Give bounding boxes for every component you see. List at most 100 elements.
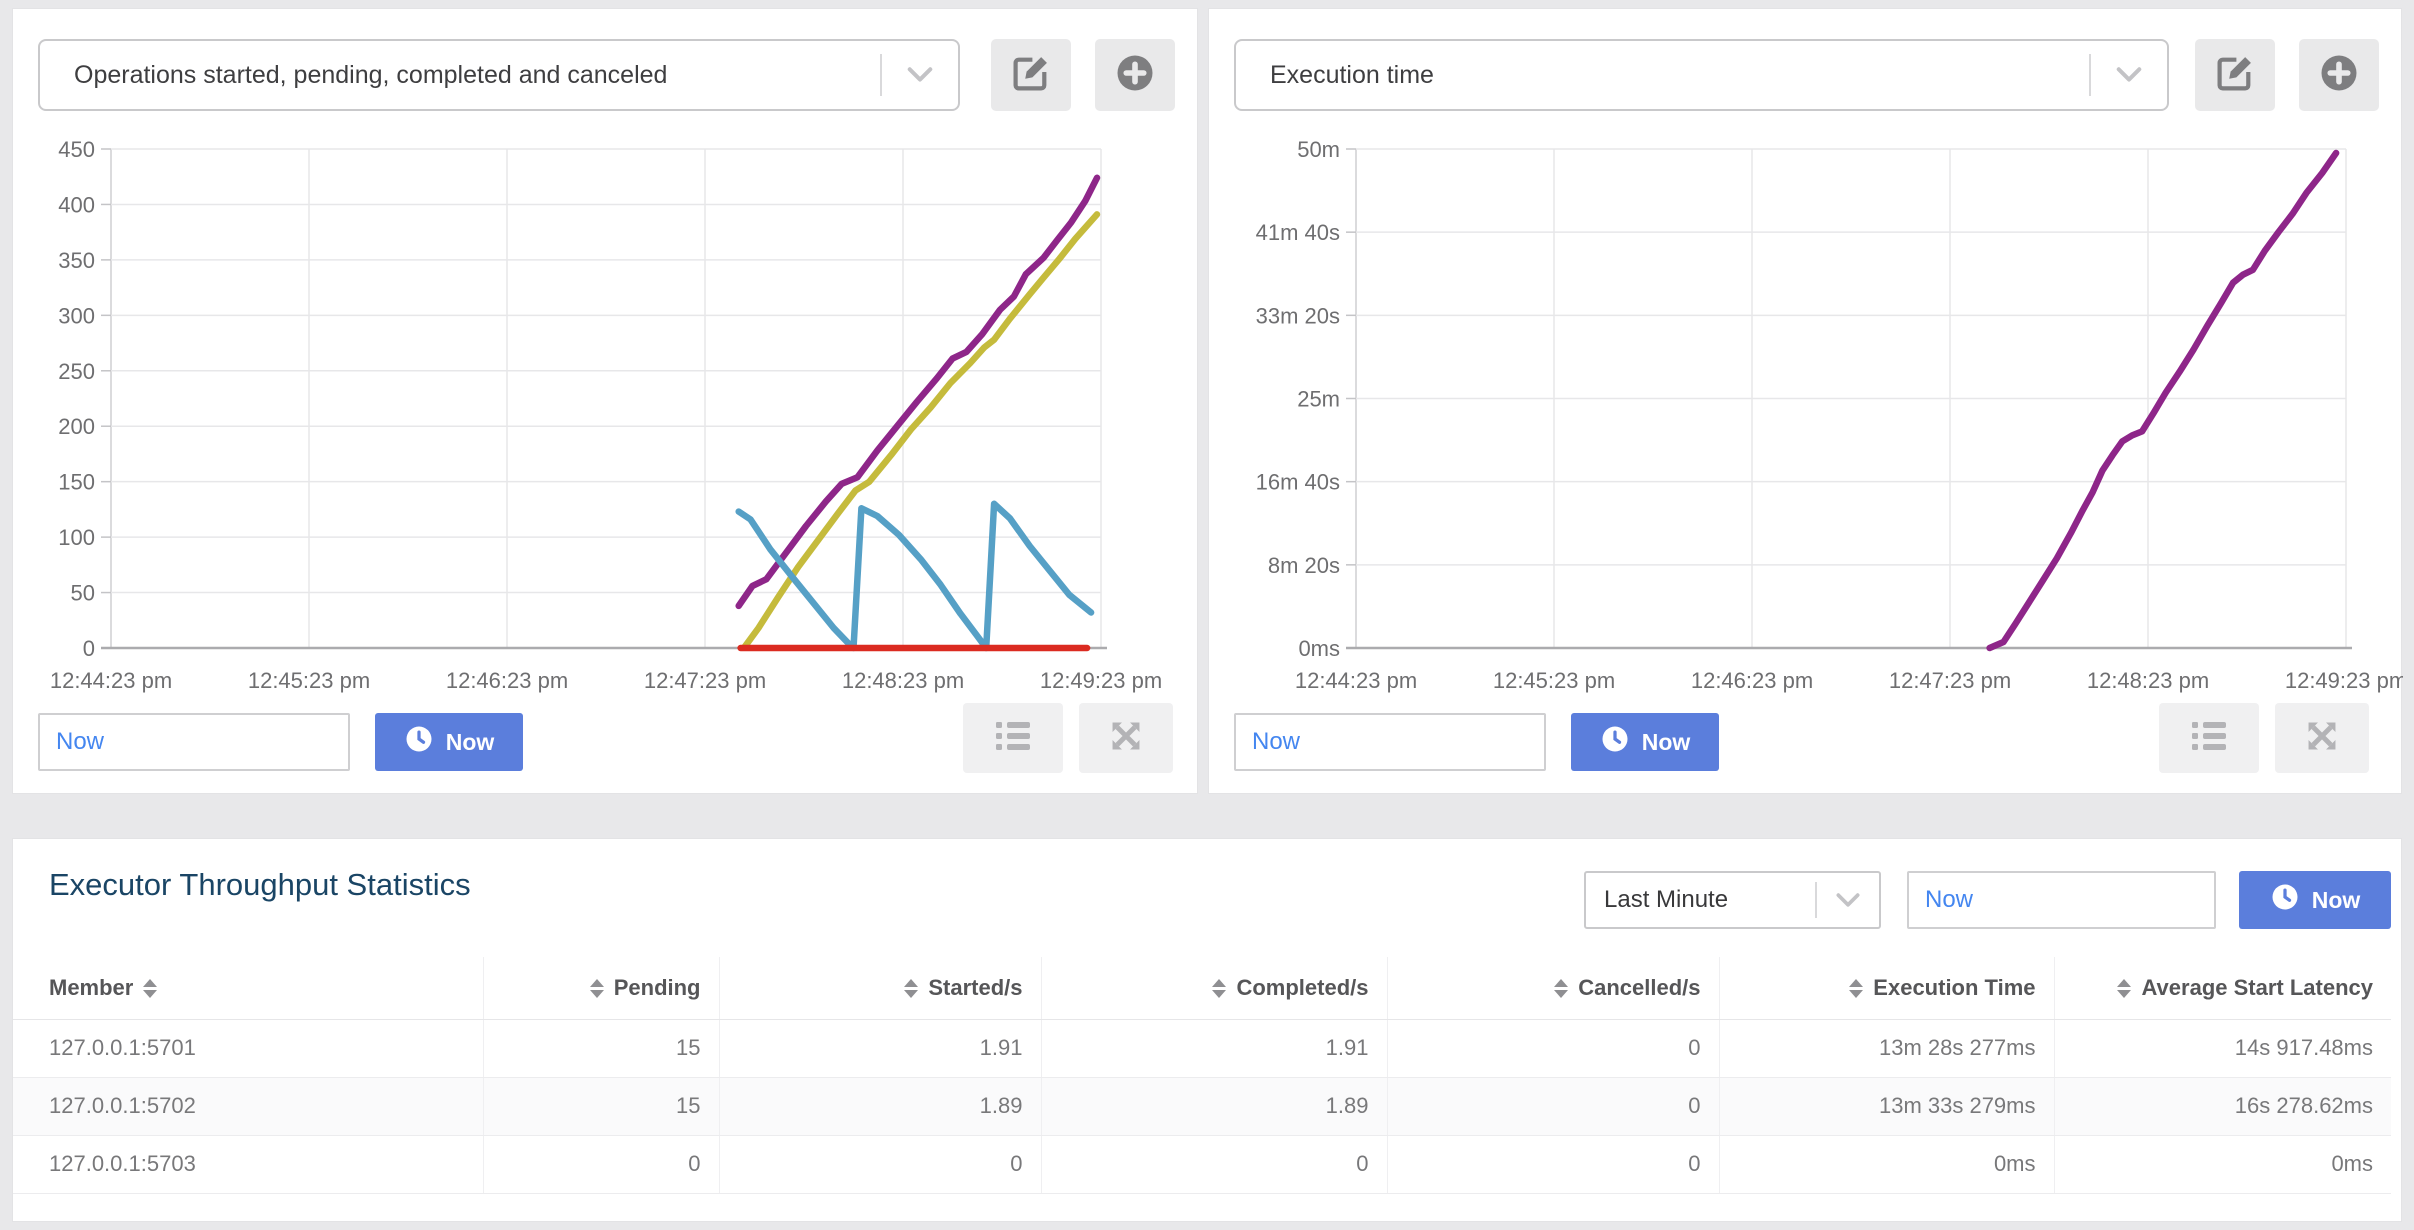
execution-time-chart-panel: Execution time 12:44:23 pm 12:45:23 pm 12:…	[1208, 8, 2402, 794]
expand-arrows-icon	[1105, 715, 1147, 762]
value-cell: 0ms	[1719, 1135, 2054, 1193]
chevron-down-icon	[2091, 67, 2167, 83]
series-list-button[interactable]	[2159, 703, 2259, 773]
column-header-execution-time[interactable]: Execution Time	[1719, 957, 2054, 1019]
y-axis-tick-label: 16m 40s	[1256, 470, 1340, 495]
value-cell: 1.89	[1041, 1077, 1387, 1135]
add-chart-button[interactable]	[1095, 39, 1175, 111]
edit-chart-button[interactable]	[991, 39, 1071, 111]
value-cell: 0	[1387, 1077, 1719, 1135]
line-chart-svg: 12:44:23 pm12:45:23 pm12:46:23 pm12:47:2…	[1209, 129, 2403, 704]
time-travel-input[interactable]	[1907, 871, 2216, 929]
sort-arrows-icon	[904, 979, 918, 998]
y-axis-tick-label: 8m 20s	[1268, 553, 1340, 578]
value-cell: 1.91	[719, 1019, 1041, 1077]
y-axis-tick-label: 300	[58, 303, 95, 328]
execution-time-line-chart[interactable]: 12:44:23 pm12:45:23 pm12:46:23 pm12:47:2…	[1209, 129, 2403, 709]
executor-throughput-table: Member Pending Started/s Completed/s Cancell…	[13, 957, 2391, 1194]
table-header-row: Member Pending Started/s Completed/s Cancell…	[13, 957, 2391, 1019]
x-axis-tick-label: 12:45:23 pm	[1493, 668, 1615, 693]
add-chart-button[interactable]	[2299, 39, 2379, 111]
chevron-down-icon	[882, 67, 958, 83]
value-cell: 0	[483, 1135, 719, 1193]
y-axis-tick-label: 250	[58, 359, 95, 384]
column-header-label: Pending	[614, 975, 701, 1000]
series-line-execution-time	[1990, 153, 2337, 648]
expand-chart-button[interactable]	[1079, 703, 1173, 773]
column-header-completed-s[interactable]: Completed/s	[1041, 957, 1387, 1019]
y-axis-tick-label: 200	[58, 414, 95, 439]
now-button-label: Now	[1642, 729, 1691, 756]
column-header-label: Member	[49, 975, 133, 1000]
time-range-value: Last Minute	[1586, 886, 1815, 914]
value-cell: 0ms	[2054, 1135, 2391, 1193]
value-cell: 0	[1387, 1135, 1719, 1193]
line-chart-svg: 12:44:23 pm 12:45:23 pm 12:46:23 pm 12:47:2…	[13, 129, 1199, 704]
list-icon	[989, 712, 1037, 765]
time-range-select[interactable]: Last Minute	[1584, 871, 1881, 929]
x-axis-tick-label: 12:46:23 pm	[446, 668, 568, 693]
series-line-started	[739, 178, 1097, 606]
plus-circle-icon	[1114, 52, 1156, 99]
column-header-label: Execution Time	[1873, 975, 2035, 1000]
metric-select-value: Execution time	[1236, 61, 2089, 90]
member-cell: 127.0.0.1:5701	[13, 1019, 483, 1077]
executor-statistics-panel: Executor Throughput Statistics Last Minu…	[12, 838, 2402, 1222]
sort-arrows-icon	[2117, 979, 2131, 998]
column-header-cancelled-s[interactable]: Cancelled/s	[1387, 957, 1719, 1019]
column-header-average-start-latency[interactable]: Average Start Latency	[2054, 957, 2391, 1019]
y-axis-tick-label: 50	[71, 581, 95, 606]
x-axis-tick-label: 12:44:23 pm	[1295, 668, 1417, 693]
x-axis-tick-label: 12:44:23 pm	[50, 668, 172, 693]
value-cell: 14s 917.48ms	[2054, 1019, 2391, 1077]
column-header-pending[interactable]: Pending	[483, 957, 719, 1019]
column-header-started-s[interactable]: Started/s	[719, 957, 1041, 1019]
y-axis-tick-label: 150	[58, 470, 95, 495]
y-axis-tick-label: 0ms	[1298, 636, 1340, 661]
x-axis-tick-label: 12:49:23 pm	[1040, 668, 1162, 693]
time-travel-input[interactable]	[38, 713, 350, 771]
edit-icon	[1010, 52, 1052, 99]
time-travel-input[interactable]	[1234, 713, 1546, 771]
x-axis-tick-label: 12:47:23 pm	[1889, 668, 2011, 693]
now-button[interactable]: Now	[375, 713, 523, 771]
x-axis-tick-label: 12:47:23 pm	[644, 668, 766, 693]
y-axis-tick-label: 25m	[1297, 387, 1340, 412]
metric-select-value: Operations started, pending, completed a…	[40, 61, 880, 90]
now-button[interactable]: Now	[1571, 713, 1719, 771]
sort-arrows-icon	[143, 979, 157, 998]
y-axis-tick-label: 33m 20s	[1256, 303, 1340, 328]
value-cell: 13m 28s 277ms	[1719, 1019, 2054, 1077]
y-axis-tick-label: 41m 40s	[1256, 220, 1340, 245]
x-axis-tick-label: 12:45:23 pm	[248, 668, 370, 693]
column-header-member[interactable]: Member	[13, 957, 483, 1019]
now-button-label: Now	[446, 729, 495, 756]
edit-chart-button[interactable]	[2195, 39, 2275, 111]
now-button[interactable]: Now	[2239, 871, 2391, 929]
column-header-label: Cancelled/s	[1578, 975, 1700, 1000]
sort-arrows-icon	[1849, 979, 1863, 998]
panel-title: Executor Throughput Statistics	[49, 867, 471, 903]
column-header-label: Started/s	[928, 975, 1022, 1000]
expand-chart-button[interactable]	[2275, 703, 2369, 773]
y-axis-tick-label: 450	[58, 137, 95, 162]
expand-arrows-icon	[2301, 715, 2343, 762]
now-button-label: Now	[2312, 887, 2361, 914]
value-cell: 0	[1387, 1019, 1719, 1077]
value-cell: 1.89	[719, 1077, 1041, 1135]
series-list-button[interactable]	[963, 703, 1063, 773]
series-line-pending	[739, 504, 1091, 648]
clock-icon	[1600, 724, 1630, 760]
value-cell: 1.91	[1041, 1019, 1387, 1077]
metric-select[interactable]: Operations started, pending, completed a…	[38, 39, 960, 111]
sort-arrows-icon	[1554, 979, 1568, 998]
list-icon	[2185, 712, 2233, 765]
metric-select[interactable]: Execution time	[1234, 39, 2169, 111]
value-cell: 15	[483, 1077, 719, 1135]
y-axis-tick-label: 50m	[1297, 137, 1340, 162]
value-cell: 0	[719, 1135, 1041, 1193]
value-cell: 16s 278.62ms	[2054, 1077, 2391, 1135]
operations-line-chart[interactable]: 12:44:23 pm 12:45:23 pm 12:46:23 pm 12:47:2…	[13, 129, 1199, 709]
sort-arrows-icon	[590, 979, 604, 998]
operations-chart-panel: Operations started, pending, completed a…	[12, 8, 1198, 794]
